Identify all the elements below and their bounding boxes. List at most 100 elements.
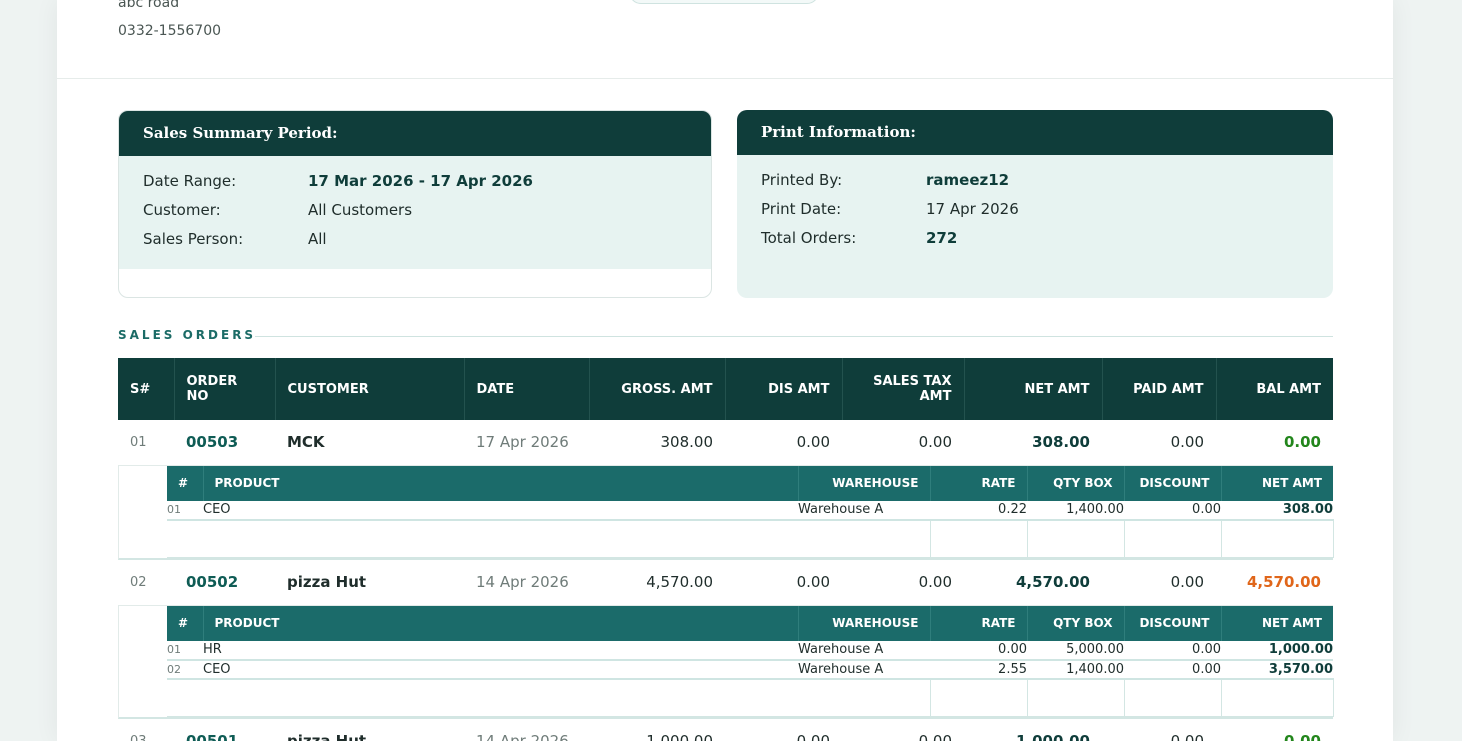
item-row: 01 HR Warehouse A 0.00 5,000.00 0.00 1,0… bbox=[167, 640, 1333, 661]
order-items-table: # PRODUCT WAREHOUSE RATE QTY BOX DISCOUN… bbox=[167, 605, 1334, 717]
item-header-warehouse: WAREHOUSE bbox=[798, 605, 931, 641]
header-paid-amt: PAID AMT bbox=[1102, 358, 1217, 420]
print-info-card: Print Information: Printed By: rameez12 … bbox=[737, 110, 1333, 298]
order-tax: 0.00 bbox=[842, 420, 964, 466]
print-info-title: Print Information: bbox=[737, 110, 1333, 155]
order-customer: pizza Hut bbox=[275, 719, 464, 741]
item-discount: 0.00 bbox=[1124, 640, 1221, 661]
header-dis-amt: DIS AMT bbox=[725, 358, 843, 420]
order-paid: 0.00 bbox=[1102, 420, 1216, 466]
item-net: 3,570.00 bbox=[1221, 659, 1333, 680]
order-sn: 03 bbox=[118, 719, 174, 741]
print-row-print-date: Print Date: 17 Apr 2026 bbox=[761, 200, 1309, 229]
item-net: 308.00 bbox=[1221, 500, 1333, 521]
order-tax: 0.00 bbox=[842, 560, 964, 606]
order-gross: 4,570.00 bbox=[589, 560, 725, 606]
order-bal: 0.00 bbox=[1216, 719, 1333, 741]
item-qty: 1,400.00 bbox=[1027, 500, 1124, 521]
info-value: 17 Mar 2026 - 17 Apr 2026 bbox=[308, 172, 533, 190]
store-phone: 0332-1556700 bbox=[118, 23, 222, 39]
order-no: 00503 bbox=[174, 420, 275, 466]
order-row: 02 00502 pizza Hut 14 Apr 2026 4,570.00 … bbox=[118, 560, 1333, 606]
items-header-row: # PRODUCT WAREHOUSE RATE QTY BOX DISCOUN… bbox=[167, 605, 1333, 641]
header-gross-amt: GROSS. AMT bbox=[589, 358, 726, 420]
items-header-row: # PRODUCT WAREHOUSE RATE QTY BOX DISCOUN… bbox=[167, 465, 1333, 501]
header-sn: S# bbox=[118, 358, 175, 420]
item-header-net-amt: NET AMT bbox=[1221, 605, 1333, 641]
item-row: 01 CEO Warehouse A 0.22 1,400.00 0.00 30… bbox=[167, 500, 1333, 521]
header-divider bbox=[57, 78, 1393, 79]
header-pill bbox=[629, 0, 819, 4]
section-title: SALES ORDERS bbox=[118, 328, 257, 342]
order-tax: 0.00 bbox=[842, 719, 964, 741]
order-net: 1,000.00 bbox=[964, 719, 1102, 741]
summary-row-sales-person: Sales Person: All bbox=[143, 230, 687, 259]
info-value: rameez12 bbox=[926, 171, 1010, 189]
info-label: Sales Person: bbox=[143, 230, 244, 248]
item-header-product: PRODUCT bbox=[203, 465, 799, 501]
item-product: CEO bbox=[203, 500, 798, 521]
orders-header-row: S# ORDER NO CUSTOMER DATE GROSS. AMT DIS… bbox=[118, 358, 1333, 420]
item-qty: 1,400.00 bbox=[1027, 659, 1124, 680]
header-date: DATE bbox=[464, 358, 590, 420]
order-bal: 0.00 bbox=[1216, 420, 1333, 466]
item-idx: 02 bbox=[167, 659, 203, 680]
item-product: HR bbox=[203, 640, 798, 661]
item-header-discount: DISCOUNT bbox=[1124, 605, 1222, 641]
item-header-discount: DISCOUNT bbox=[1124, 465, 1222, 501]
order-sn: 01 bbox=[118, 420, 174, 466]
order-paid: 0.00 bbox=[1102, 560, 1216, 606]
order-gross: 308.00 bbox=[589, 420, 725, 466]
print-row-total-orders: Total Orders: 272 bbox=[761, 229, 1309, 258]
order-no: 00502 bbox=[174, 560, 275, 606]
item-idx: 01 bbox=[167, 640, 203, 661]
item-header-product: PRODUCT bbox=[203, 605, 799, 641]
info-value: All bbox=[308, 230, 327, 248]
item-warehouse: Warehouse A bbox=[798, 500, 930, 521]
print-row-printed-by: Printed By: rameez12 bbox=[761, 171, 1309, 200]
item-discount: 0.00 bbox=[1124, 500, 1221, 521]
item-rate: 2.55 bbox=[930, 659, 1027, 680]
sales-orders-table: S# ORDER NO CUSTOMER DATE GROSS. AMT DIS… bbox=[118, 358, 1334, 741]
header-order-no: ORDER NO bbox=[174, 358, 276, 420]
item-rate: 0.00 bbox=[930, 640, 1027, 661]
item-header-net-amt: NET AMT bbox=[1221, 465, 1333, 501]
order-net: 308.00 bbox=[964, 420, 1102, 466]
order-row: 01 00503 MCK 17 Apr 2026 308.00 0.00 0.0… bbox=[118, 420, 1333, 466]
section-divider bbox=[255, 336, 1333, 337]
order-paid: 0.00 bbox=[1102, 719, 1216, 741]
info-label: Print Date: bbox=[761, 200, 842, 218]
order-net: 4,570.00 bbox=[964, 560, 1102, 606]
store-address: abc road bbox=[118, 0, 180, 11]
order-gross: 1,000.00 bbox=[589, 719, 725, 741]
item-rate: 0.22 bbox=[930, 500, 1027, 521]
item-row: 02 CEO Warehouse A 2.55 1,400.00 0.00 3,… bbox=[167, 659, 1333, 680]
header-bal-amt: BAL AMT bbox=[1216, 358, 1333, 420]
item-warehouse: Warehouse A bbox=[798, 640, 930, 661]
info-label: Date Range: bbox=[143, 172, 237, 190]
order-dis: 0.00 bbox=[725, 420, 842, 466]
header-net-amt: NET AMT bbox=[964, 358, 1103, 420]
order-customer: pizza Hut bbox=[275, 560, 464, 606]
item-header-idx: # bbox=[167, 605, 204, 641]
order-date: 17 Apr 2026 bbox=[464, 420, 589, 466]
item-idx: 01 bbox=[167, 500, 203, 521]
order-row: 03 00501 pizza Hut 14 Apr 2026 1,000.00 … bbox=[118, 719, 1333, 741]
order-detail-row: # PRODUCT WAREHOUSE RATE QTY BOX DISCOUN… bbox=[118, 605, 1334, 719]
order-detail-row: # PRODUCT WAREHOUSE RATE QTY BOX DISCOUN… bbox=[118, 465, 1334, 560]
sales-summary-title: Sales Summary Period: bbox=[119, 111, 711, 156]
header-sales-tax-amt: SALES TAX AMT bbox=[842, 358, 965, 420]
item-header-rate: RATE bbox=[930, 605, 1028, 641]
summary-row-date-range: Date Range: 17 Mar 2026 - 17 Apr 2026 bbox=[143, 172, 687, 201]
info-label: Customer: bbox=[143, 201, 221, 219]
order-date: 14 Apr 2026 bbox=[464, 719, 589, 741]
sales-summary-card: Sales Summary Period: Date Range: 17 Mar… bbox=[118, 110, 712, 298]
items-footer-row bbox=[167, 678, 1334, 717]
item-header-qty-box: QTY BOX bbox=[1027, 465, 1125, 501]
order-bal: 4,570.00 bbox=[1216, 560, 1333, 606]
item-net: 1,000.00 bbox=[1221, 640, 1333, 661]
info-value: 17 Apr 2026 bbox=[926, 200, 1019, 218]
summary-row-customer: Customer: All Customers bbox=[143, 201, 687, 230]
order-dis: 0.00 bbox=[725, 560, 842, 606]
order-dis: 0.00 bbox=[725, 719, 842, 741]
